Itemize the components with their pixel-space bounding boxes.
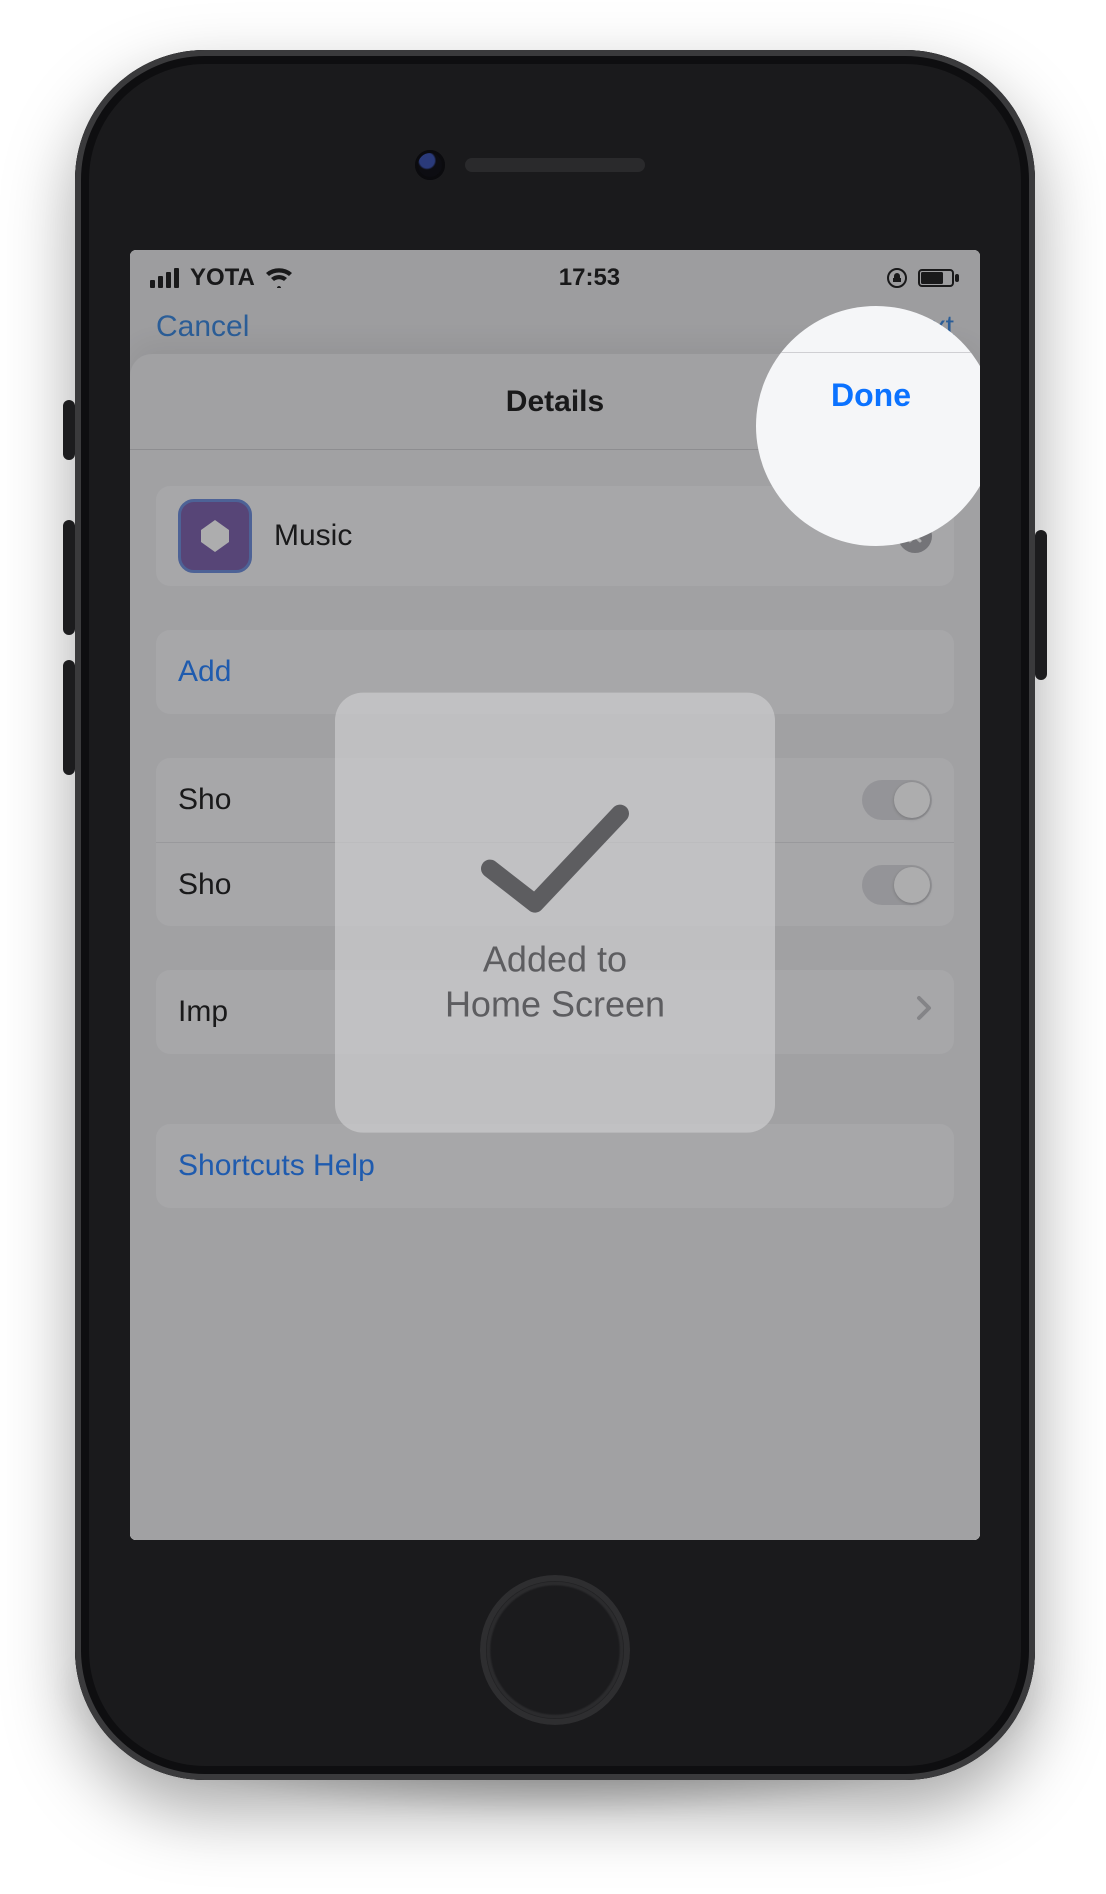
- show-toggle-1-label: Sho: [178, 783, 231, 817]
- chevron-right-icon: [916, 995, 932, 1029]
- earpiece: [465, 158, 645, 172]
- status-left: YOTA: [150, 264, 293, 292]
- screen: YOTA 17:53: [130, 250, 980, 1540]
- carrier-label: YOTA: [190, 264, 255, 292]
- wifi-icon: [265, 268, 293, 288]
- shortcut-icon[interactable]: [178, 499, 252, 573]
- volume-up-button: [63, 520, 75, 635]
- shortcuts-help-label: Shortcuts Help: [178, 1149, 375, 1183]
- power-button: [1035, 530, 1047, 680]
- battery-icon: [918, 268, 960, 288]
- add-label: Add: [178, 655, 231, 689]
- done-button-highlight[interactable]: Done: [831, 377, 921, 414]
- sheet-title: Details: [506, 385, 604, 419]
- highlight-spotlight: Done: [756, 306, 980, 546]
- show-toggle-1-switch[interactable]: [862, 780, 932, 820]
- shortcut-name-label: Music: [274, 519, 352, 553]
- mute-switch: [63, 400, 75, 460]
- show-toggle-2-switch[interactable]: [862, 865, 932, 905]
- show-toggle-2-label: Sho: [178, 868, 231, 902]
- status-right: [886, 267, 960, 289]
- status-time: 17:53: [559, 264, 620, 292]
- status-bar: YOTA 17:53: [130, 250, 980, 306]
- confirmation-toast: Added to Home Screen: [335, 693, 775, 1133]
- checkmark-icon: [470, 799, 640, 919]
- volume-down-button: [63, 660, 75, 775]
- cancel-button[interactable]: Cancel: [156, 310, 249, 344]
- toast-line-2: Home Screen: [445, 982, 665, 1027]
- signal-icon: [150, 268, 180, 288]
- import-label: Imp: [178, 995, 228, 1029]
- home-button[interactable]: [480, 1575, 630, 1725]
- front-camera: [415, 150, 445, 180]
- toast-line-1: Added to: [445, 937, 665, 982]
- phone-frame: YOTA 17:53: [75, 50, 1035, 1780]
- shortcuts-help-cell[interactable]: Shortcuts Help: [156, 1124, 954, 1208]
- rotation-lock-icon: [886, 267, 908, 289]
